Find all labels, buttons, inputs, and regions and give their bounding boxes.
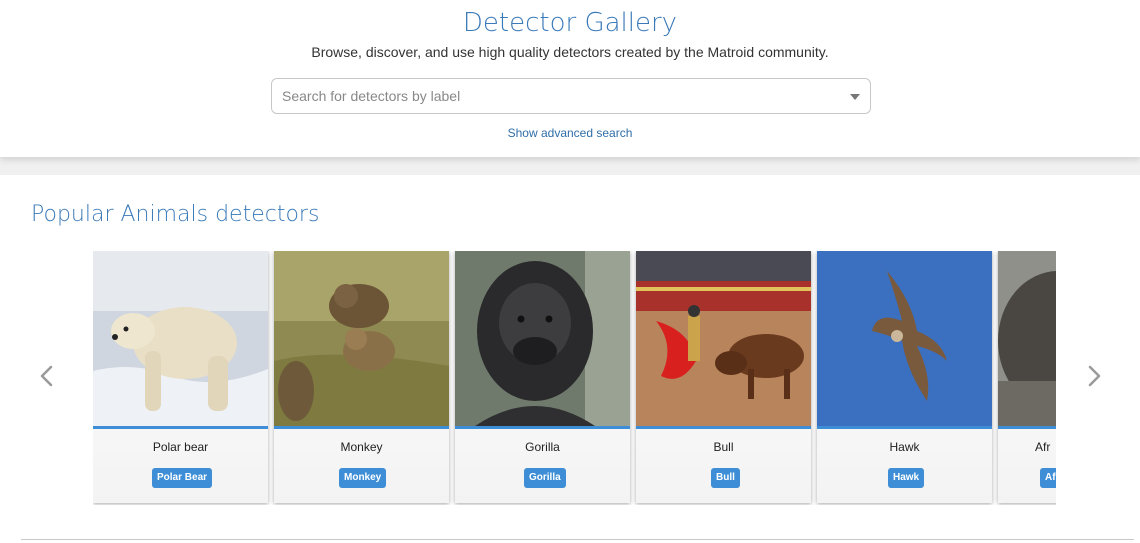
card-accent-bar (274, 426, 449, 429)
chevron-left-icon[interactable] (34, 361, 60, 391)
detector-card-polar-bear[interactable]: Polar bear Polar Bear (93, 251, 268, 503)
detector-card-gorilla[interactable]: Gorilla Gorilla (455, 251, 630, 503)
chevron-right-icon[interactable] (1081, 361, 1107, 391)
detector-name: Gorilla (525, 440, 560, 454)
detectors-section: Popular Animals detectors Polar bear Pol… (0, 175, 1140, 543)
detector-label-badge[interactable]: Gorilla (524, 468, 566, 488)
detector-carousel: Polar bear Polar Bear Monkey Monkey Gori… (93, 251, 1056, 505)
detector-label-badge[interactable]: Af (1040, 468, 1056, 488)
header-panel: Detector Gallery Browse, discover, and u… (0, 0, 1140, 157)
card-accent-bar (636, 426, 811, 429)
detector-card-hawk[interactable]: Hawk Hawk (817, 251, 992, 503)
card-accent-bar (455, 426, 630, 429)
search-box[interactable] (271, 78, 871, 114)
section-title: Popular Animals detectors (31, 202, 320, 227)
bull-image (636, 251, 811, 426)
polar-bear-image (93, 251, 268, 426)
card-accent-bar (998, 426, 1056, 429)
elephant-image (998, 251, 1056, 426)
hawk-image (817, 251, 992, 426)
detector-name: Afr (1035, 440, 1051, 454)
detector-name: Bull (713, 440, 734, 454)
search-input[interactable] (282, 79, 842, 113)
detector-card-bull[interactable]: Bull Bull (636, 251, 811, 503)
detector-card-monkey[interactable]: Monkey Monkey (274, 251, 449, 503)
detector-label-badge[interactable]: Hawk (888, 468, 925, 488)
gorilla-image (455, 251, 630, 426)
dropdown-caret-icon[interactable] (850, 94, 860, 100)
advanced-search-link[interactable]: Show advanced search (0, 126, 1140, 140)
detector-name: Monkey (340, 440, 383, 454)
detector-label-badge[interactable]: Bull (711, 468, 740, 488)
detector-card-partial[interactable]: Afr Af (998, 251, 1056, 503)
detector-name: Polar bear (152, 440, 209, 454)
card-accent-bar (817, 426, 992, 429)
card-accent-bar (93, 426, 268, 429)
detector-label-badge[interactable]: Monkey (339, 468, 387, 488)
detector-label-badge[interactable]: Polar Bear (152, 468, 213, 488)
detector-name: Hawk (889, 440, 920, 454)
page-title: Detector Gallery (462, 8, 678, 38)
section-divider (21, 539, 1134, 540)
monkey-image (274, 251, 449, 426)
page-subtitle: Browse, discover, and use high quality d… (311, 44, 829, 60)
